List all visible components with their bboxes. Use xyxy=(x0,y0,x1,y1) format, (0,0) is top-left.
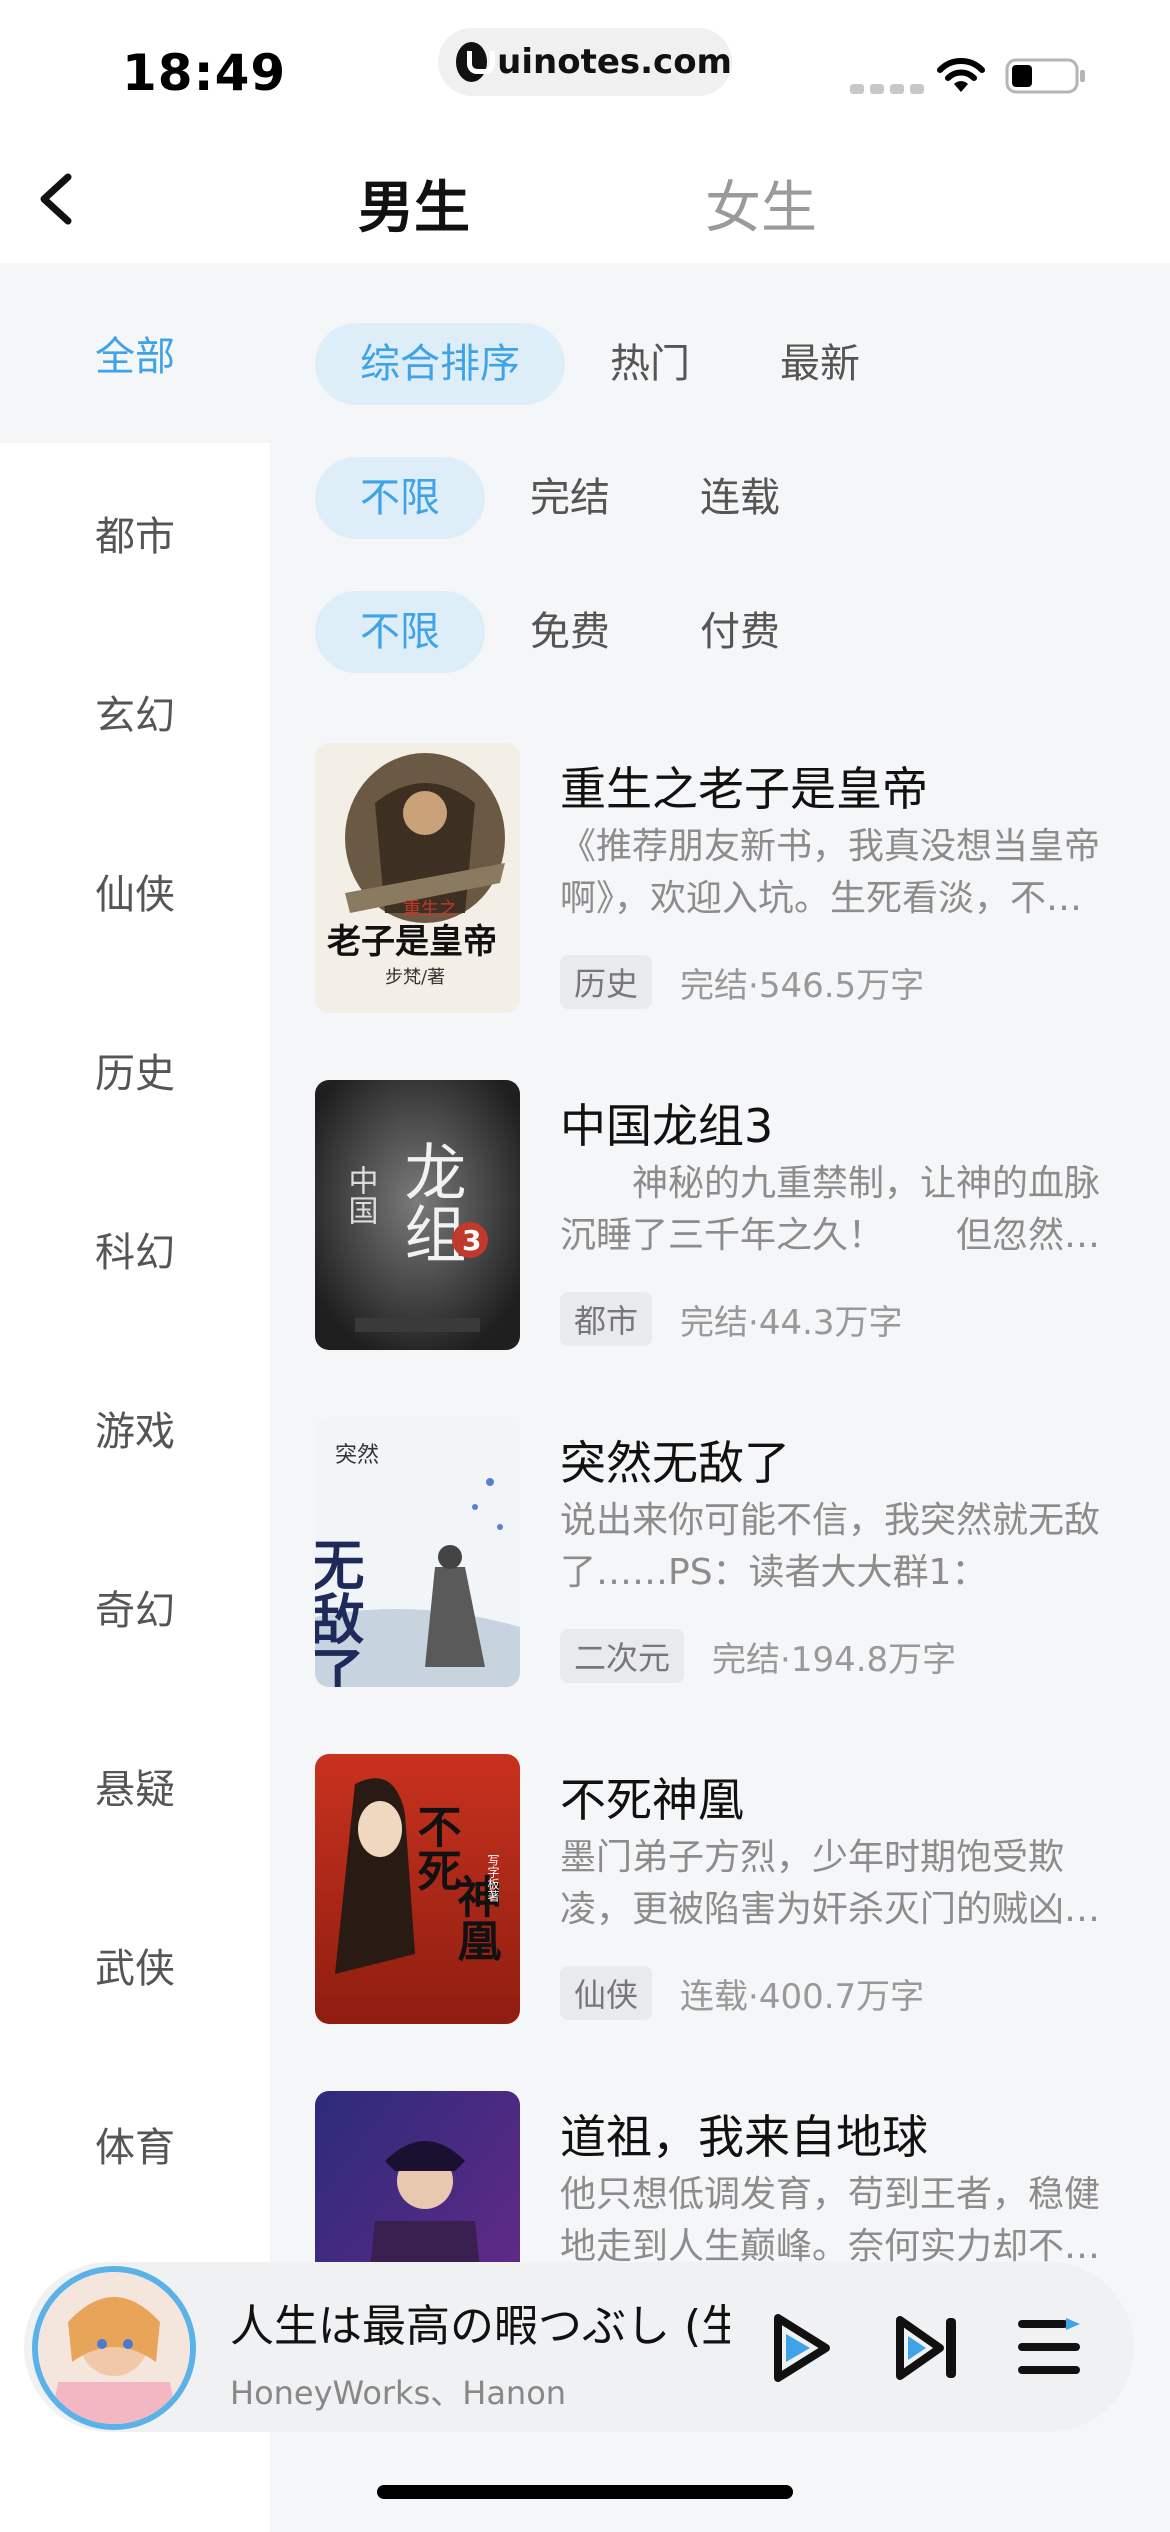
sidebar-item-urban[interactable]: 都市 xyxy=(0,443,270,623)
battery-icon xyxy=(1005,58,1085,94)
category-sidebar: 全部 都市 玄幻 仙侠 历史 科幻 游戏 奇幻 悬疑 武侠 体育 xyxy=(0,263,270,2532)
play-icon[interactable] xyxy=(764,2310,836,2386)
sidebar-item-game[interactable]: 游戏 xyxy=(0,1338,270,1518)
filter-sort-comprehensive[interactable]: 综合排序 xyxy=(315,323,565,405)
cover-author: 写字板著 xyxy=(486,1854,500,1903)
music-mini-player[interactable]: 人生は最高の暇つぶし (生 HoneyWorks、Hanon xyxy=(24,2262,1134,2432)
tab-female[interactable]: 女生 xyxy=(705,163,817,244)
book-meta: 二次元 完结·194.8万字 xyxy=(560,1629,956,1683)
cover-number: 3 xyxy=(462,1224,481,1257)
book-cover: 中国 龙组 3 xyxy=(315,1080,520,1350)
home-indicator xyxy=(377,2485,793,2499)
book-cover: 不死 神凰 写字板著 xyxy=(315,1754,520,2024)
book-cover: 突然 无敌了 xyxy=(315,1417,520,1687)
back-arrow-icon[interactable] xyxy=(30,167,86,231)
status-bar: 18:49 uinotes.com xyxy=(0,0,1170,135)
cover-text: 重生之 xyxy=(403,899,457,920)
filter-sort-newest[interactable]: 最新 xyxy=(735,323,905,405)
book-genre-tag: 二次元 xyxy=(560,1629,685,1683)
book-item[interactable]: 不死 神凰 写字板著 不死神凰 墨门弟子方烈，少年时期饱受欺凌，更被陷害为奸杀灭… xyxy=(315,1754,1145,2034)
cover-text: 中国 xyxy=(343,1165,378,1225)
sidebar-item-wuxia[interactable]: 武侠 xyxy=(0,1875,270,2055)
filter-status-finished[interactable]: 完结 xyxy=(485,457,655,539)
book-status-wordcount: 连载·400.7万字 xyxy=(680,1976,925,2017)
book-description: 墨门弟子方烈，少年时期饱受欺凌，更被陷害为奸杀灭门的贼凶… xyxy=(560,1837,1101,1930)
book-status-wordcount: 完结·194.8万字 xyxy=(712,1639,957,1680)
book-meta: 都市 完结·44.3万字 xyxy=(560,1292,903,1346)
book-item[interactable]: 突然 无敌了 突然无敌了 说出来你可能不信，我突然就无敌了……PS：读者大大群1… xyxy=(315,1417,1145,1697)
sidebar-item-xianxia[interactable]: 仙侠 xyxy=(0,801,270,981)
book-genre-tag: 仙侠 xyxy=(560,1966,653,2020)
cover-author: 步梵/著 xyxy=(385,967,445,988)
cover-title: 无敌了 xyxy=(315,1537,365,1687)
uinotes-logo-icon xyxy=(456,42,496,82)
sidebar-item-mystery[interactable]: 悬疑 xyxy=(0,1696,270,1876)
filter-status-serial[interactable]: 连载 xyxy=(655,457,825,539)
sidebar-item-scifi[interactable]: 科幻 xyxy=(0,1159,270,1339)
book-item[interactable]: 中国 龙组 3 中国龙组3 神秘的九重禁制，让神的血脉沉睡了三千年之久！ 但忽然… xyxy=(315,1080,1145,1360)
book-status-wordcount: 完结·546.5万字 xyxy=(680,965,925,1006)
price-filter-row: 不限 免费 付费 xyxy=(315,591,825,673)
book-title: 道祖，我来自地球 xyxy=(560,2110,928,2164)
book-description: 说出来你可能不信，我突然就无敌了……PS：读者大大群1：57267… xyxy=(560,1500,1101,1593)
album-art[interactable] xyxy=(32,2266,196,2430)
book-cover: 重生之 老子是皇帝 步梵/著 xyxy=(315,743,520,1013)
book-title: 突然无敌了 xyxy=(560,1436,790,1490)
sidebar-item-magic[interactable]: 奇幻 xyxy=(0,1517,270,1697)
book-title: 不死神凰 xyxy=(560,1773,744,1827)
sidebar-item-fantasy[interactable]: 玄幻 xyxy=(0,622,270,802)
cellular-signal-icon xyxy=(850,84,924,94)
book-meta: 历史 完结·546.5万字 xyxy=(560,955,924,1009)
sidebar-item-history[interactable]: 历史 xyxy=(0,980,270,1160)
filter-price-free[interactable]: 免费 xyxy=(485,591,655,673)
wifi-icon xyxy=(937,58,985,92)
song-title: 人生は最高の暇つぶし (生 xyxy=(230,2301,730,2352)
url-pill[interactable]: uinotes.com xyxy=(438,28,732,96)
filter-price-any[interactable]: 不限 xyxy=(315,591,485,673)
filter-sort-hot[interactable]: 热门 xyxy=(565,323,735,405)
status-filter-row: 不限 完结 连载 xyxy=(315,457,825,539)
cover-title: 老子是皇帝 xyxy=(327,922,497,962)
sidebar-item-all[interactable]: 全部 xyxy=(0,263,270,443)
tab-male[interactable]: 男生 xyxy=(358,163,470,244)
book-list-panel: 综合排序 热门 最新 不限 完结 连载 不限 免费 付费 重生之 老子是皇帝 步… xyxy=(270,263,1170,2532)
playlist-icon[interactable] xyxy=(1014,2314,1084,2380)
book-meta: 仙侠 连载·400.7万字 xyxy=(560,1966,924,2020)
book-genre-tag: 都市 xyxy=(560,1292,653,1346)
skip-next-icon[interactable] xyxy=(892,2310,964,2386)
filter-status-any[interactable]: 不限 xyxy=(315,457,485,539)
cover-text: 突然 xyxy=(335,1443,379,1468)
filter-price-paid[interactable]: 付费 xyxy=(655,591,825,673)
book-title: 中国龙组3 xyxy=(560,1099,774,1153)
book-description: 他只想低调发育，苟到王者，稳健地走到人生巅峰。奈何实力却不… xyxy=(560,2174,1101,2267)
book-status-wordcount: 完结·44.3万字 xyxy=(680,1302,903,1343)
book-genre-tag: 历史 xyxy=(560,955,653,1009)
url-text: uinotes.com xyxy=(497,42,732,82)
book-title: 重生之老子是皇帝 xyxy=(560,762,928,816)
book-item[interactable]: 重生之 老子是皇帝 步梵/著 重生之老子是皇帝 《推荐朋友新书，我真没想当皇帝啊… xyxy=(315,743,1145,1023)
book-description: 《推荐朋友新书，我真没想当皇帝啊》，欢迎入坑。生死看淡，不… xyxy=(560,826,1101,919)
song-artist: HoneyWorks、Hanon xyxy=(230,2374,567,2412)
status-time: 18:49 xyxy=(122,44,287,102)
book-description: 神秘的九重禁制，让神的血脉沉睡了三千年之久！ 但忽然… xyxy=(560,1163,1101,1256)
header: 男生 女生 xyxy=(0,135,1170,263)
sort-filter-row: 综合排序 热门 最新 xyxy=(315,323,905,405)
sidebar-item-sports[interactable]: 体育 xyxy=(0,2054,270,2234)
